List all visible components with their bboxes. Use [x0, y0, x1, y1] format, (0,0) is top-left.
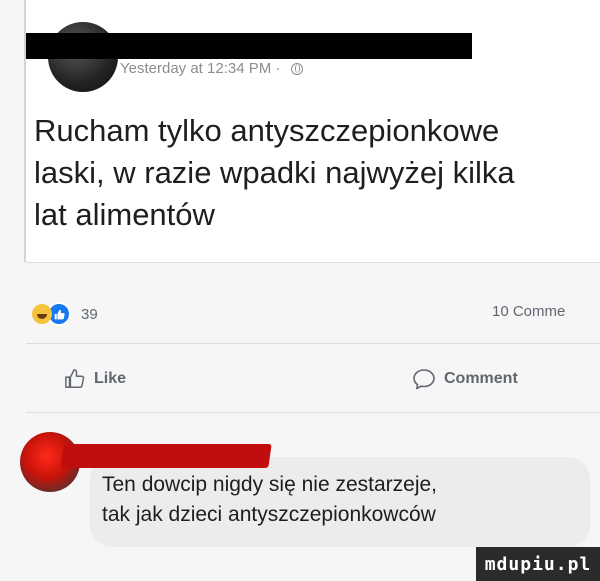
- comment-item: Ten dowcip nigdy się nie zestarzeje, tak…: [0, 430, 600, 550]
- facebook-post-screenshot: Yesterday at 12:34 PM · Rucham tylko ant…: [0, 0, 600, 581]
- comment-button[interactable]: Comment: [412, 368, 518, 390]
- comment-label: Comment: [444, 370, 518, 387]
- reaction-count: 39: [81, 305, 98, 323]
- actions-divider: [26, 412, 600, 413]
- thumbs-up-icon: [64, 368, 86, 390]
- comment-text: Ten dowcip nigdy się nie zestarzeje, tak…: [102, 473, 438, 526]
- like-button[interactable]: Like: [64, 368, 126, 390]
- speech-bubble-icon: [412, 368, 436, 390]
- haha-emoji-icon: [32, 304, 52, 324]
- post-timestamp[interactable]: Yesterday at 12:34 PM: [120, 60, 271, 77]
- watermark-text: mdupiu.pl: [484, 553, 592, 575]
- commenter-name-redaction: [60, 444, 272, 468]
- stats-divider: [26, 343, 600, 344]
- post-text: Rucham tylko antyszczepionkowe laski, w …: [34, 113, 515, 232]
- meta-separator: ·: [275, 60, 281, 77]
- post-divider: [26, 262, 600, 263]
- watermark: mdupiu.pl: [476, 547, 600, 581]
- reaction-summary[interactable]: 39: [32, 302, 98, 326]
- globe-icon: [290, 63, 303, 75]
- like-label: Like: [94, 370, 127, 387]
- post-meta: Yesterday at 12:34 PM ·: [120, 60, 303, 77]
- author-name-redaction: [26, 33, 472, 59]
- comment-count[interactable]: 10 Comme: [492, 303, 565, 320]
